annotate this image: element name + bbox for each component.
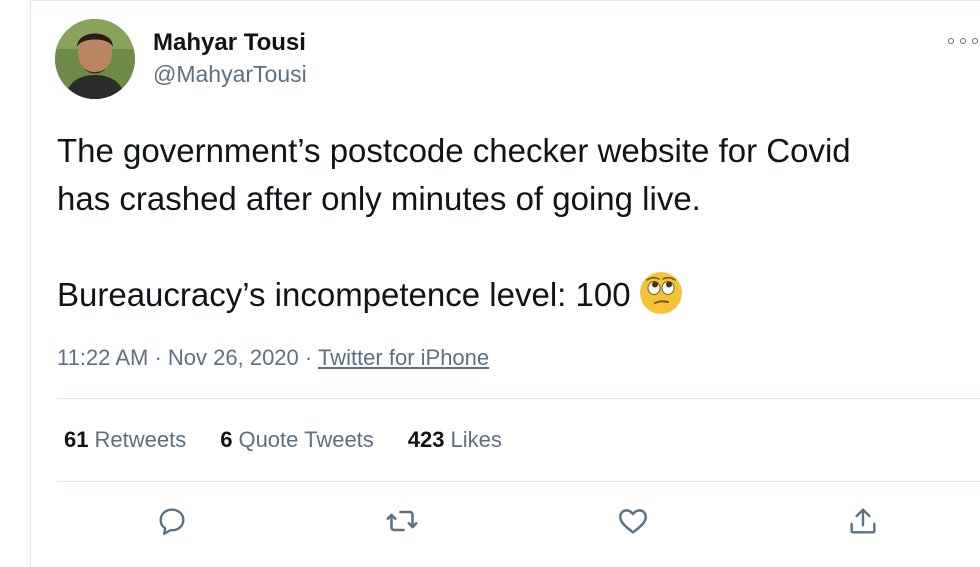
likes-label: Likes xyxy=(450,427,502,452)
retweet-button[interactable] xyxy=(382,501,422,541)
tweet-line: The government’s postcode checker websit… xyxy=(57,132,851,169)
retweets-label: Retweets xyxy=(94,427,187,452)
heart-icon xyxy=(619,509,647,534)
tweet-paragraph-gap xyxy=(57,223,967,271)
tweet-text: The government’s postcode checker websit… xyxy=(57,127,967,319)
tweet-date[interactable]: Nov 26, 2020 xyxy=(168,345,299,370)
avatar-photo xyxy=(55,19,135,99)
divider xyxy=(57,481,980,482)
meta-separator: · xyxy=(154,345,162,370)
meta-separator: · xyxy=(304,345,313,370)
more-dot xyxy=(948,38,954,44)
quote-tweets-label: Quote Tweets xyxy=(238,427,374,452)
tweet-actions xyxy=(31,501,980,545)
author-name[interactable]: Mahyar Tousi xyxy=(153,29,306,57)
tweet-card: Mahyar Tousi @MahyarTousi The government… xyxy=(30,0,980,567)
avatar[interactable] xyxy=(55,19,135,99)
reply-icon xyxy=(159,508,185,535)
tweet-line: has crashed after only minutes of going … xyxy=(57,180,701,217)
tweet-meta: 11:22 AM · Nov 26, 2020 · Twitter for iP… xyxy=(57,345,489,371)
more-dot xyxy=(960,38,966,44)
retweet-icon xyxy=(386,510,418,532)
share-icon xyxy=(850,508,876,534)
tweet-time[interactable]: 11:22 AM xyxy=(57,345,148,370)
divider xyxy=(57,398,980,399)
more-options-icon[interactable] xyxy=(948,31,978,51)
share-button[interactable] xyxy=(843,501,883,541)
retweets-stat[interactable]: 61 Retweets xyxy=(64,427,186,453)
likes-stat[interactable]: 423 Likes xyxy=(408,427,502,453)
author-handle[interactable]: @MahyarTousi xyxy=(153,61,307,88)
face-with-rolling-eyes-emoji-icon xyxy=(639,272,682,314)
quote-tweets-count: 6 xyxy=(220,427,233,452)
like-button[interactable] xyxy=(613,501,653,541)
quote-tweets-stat[interactable]: 6 Quote Tweets xyxy=(220,427,374,453)
page: Mahyar Tousi @MahyarTousi The government… xyxy=(0,0,980,567)
likes-count: 423 xyxy=(407,427,445,452)
tweet-source-link[interactable]: Twitter for iPhone xyxy=(318,345,489,370)
more-dot xyxy=(972,38,978,44)
retweets-count: 61 xyxy=(64,427,89,452)
tweet-line: Bureaucracy’s incompetence level: 100 xyxy=(57,271,967,319)
reply-button[interactable] xyxy=(152,501,192,541)
tweet-line-text: Bureaucracy’s incompetence level: 100 xyxy=(57,276,631,313)
tweet-stats: 61 Retweets 6 Quote Tweets 423 Likes xyxy=(64,427,502,453)
